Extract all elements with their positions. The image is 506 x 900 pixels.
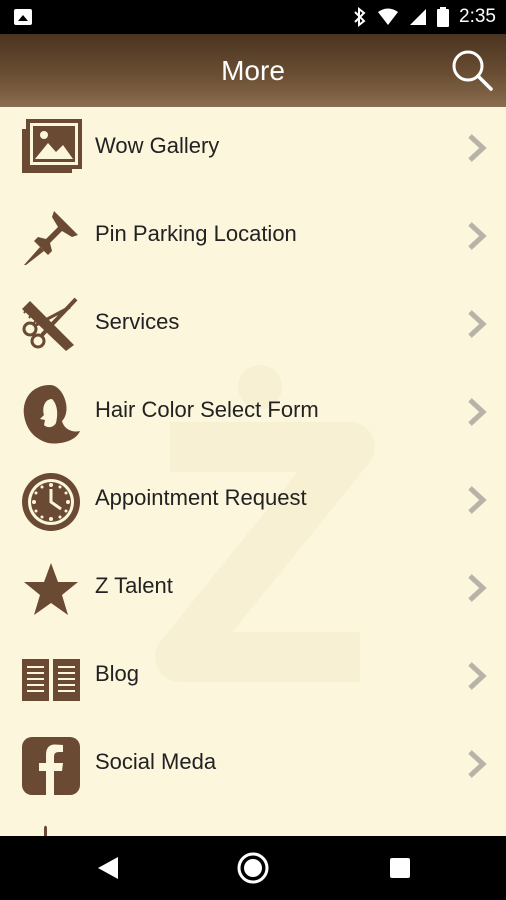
system-nav-bar <box>0 836 506 900</box>
menu-item-label: Appointment Request <box>95 485 307 510</box>
partial-menu-icon <box>44 825 47 836</box>
menu-item-label: Social Meda <box>95 749 217 774</box>
facebook-icon <box>22 737 80 795</box>
menu-item-wow-gallery[interactable]: Wow Gallery <box>0 107 506 195</box>
gallery-icon <box>22 119 82 173</box>
image-notification-icon <box>14 9 32 25</box>
menu-item-label: Services <box>95 309 180 334</box>
app-header: More <box>0 34 506 107</box>
menu-item-label: Hair Color Select Form <box>95 397 319 422</box>
menu-item-label: Blog <box>95 661 140 686</box>
star-icon <box>24 563 78 615</box>
wifi-icon <box>377 8 399 26</box>
menu-item-label: Pin Parking Location <box>95 221 297 246</box>
menu-item-blog[interactable]: Blog <box>0 635 506 723</box>
pushpin-icon <box>24 211 78 265</box>
search-button[interactable] <box>450 48 494 92</box>
home-button[interactable] <box>233 848 273 888</box>
bluetooth-icon <box>353 7 367 27</box>
chevron-right-icon <box>468 574 487 602</box>
home-circle-icon <box>237 852 269 884</box>
page-title: More <box>221 55 285 86</box>
chevron-right-icon <box>468 750 487 778</box>
back-button[interactable] <box>88 848 128 888</box>
chevron-right-icon <box>468 310 487 338</box>
recents-square-icon <box>390 858 410 878</box>
chevron-right-icon <box>468 398 487 426</box>
menu-item-label: Wow Gallery <box>95 133 220 158</box>
open-book-icon <box>22 659 80 701</box>
menu-item-hair-color[interactable]: Hair Color Select Form <box>0 371 506 459</box>
signal-icon <box>409 8 427 26</box>
woman-profile-icon <box>23 385 80 444</box>
scissors-comb-icon <box>22 297 78 351</box>
chevron-right-icon <box>468 222 487 250</box>
menu-item-appointment[interactable]: Appointment Request <box>0 459 506 547</box>
chevron-right-icon <box>468 662 487 690</box>
search-icon <box>452 50 493 91</box>
menu-item-label: Z Talent <box>95 573 173 598</box>
clock-icon <box>22 473 80 531</box>
clock-time: 2:35 <box>459 6 496 27</box>
battery-icon <box>437 7 450 27</box>
menu-item-pin-parking[interactable]: Pin Parking Location <box>0 195 506 283</box>
status-bar: 2:35 <box>0 0 506 34</box>
back-triangle-icon <box>98 857 118 879</box>
menu-item-services[interactable]: Services <box>0 283 506 371</box>
chevron-right-icon <box>468 486 487 514</box>
menu-list: Wow Gallery Pin Parking Location Service… <box>0 107 506 836</box>
menu-item-social-media[interactable]: Social Meda <box>0 723 506 811</box>
chevron-right-icon <box>468 134 487 162</box>
recents-button[interactable] <box>380 848 420 888</box>
menu-item-z-talent[interactable]: Z Talent <box>0 547 506 635</box>
